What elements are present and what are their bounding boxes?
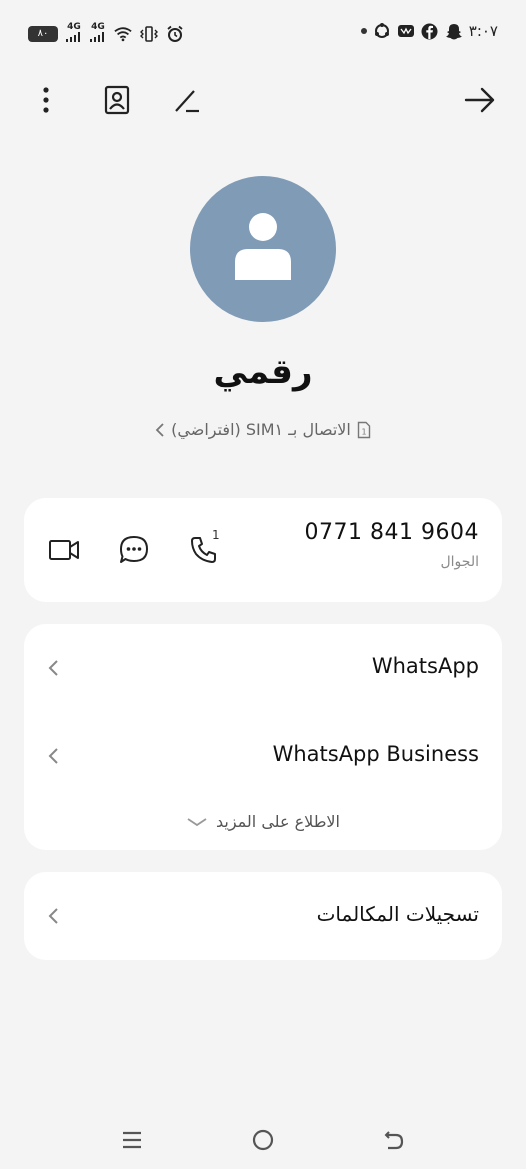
see-more-label: الاطلاع على المزيد bbox=[216, 812, 340, 831]
video-camera-icon bbox=[49, 540, 79, 560]
svg-text:1: 1 bbox=[361, 427, 366, 436]
sync-app-icon bbox=[373, 22, 391, 40]
default-sim-text: الاتصال بـ SIM١ (افتراضي) bbox=[171, 420, 351, 439]
contact-name: رقمي bbox=[213, 352, 313, 392]
app-label: WhatsApp Business bbox=[272, 742, 479, 766]
signal-bars-2-icon bbox=[90, 32, 104, 42]
phone-number[interactable]: 0771 841 9604 bbox=[305, 520, 479, 545]
arrow-right-icon bbox=[464, 87, 495, 113]
pencil-icon bbox=[175, 90, 199, 113]
phone-type-label: الجوال bbox=[440, 554, 480, 570]
app-label: WhatsApp bbox=[371, 654, 479, 678]
chevron-left-icon bbox=[48, 660, 58, 676]
back-button[interactable] bbox=[458, 78, 502, 122]
call-log-label: تسجيلات المكالمات bbox=[316, 902, 479, 926]
app-row-whatsapp[interactable]: WhatsApp bbox=[24, 638, 502, 698]
contact-avatar bbox=[190, 176, 336, 322]
app-row-whatsapp-business[interactable]: WhatsApp Business bbox=[24, 726, 502, 786]
top-bar bbox=[0, 78, 526, 122]
app-notification-icon bbox=[397, 22, 415, 40]
sim-card-icon: 1 bbox=[357, 421, 371, 438]
vertical-dots-icon bbox=[43, 87, 49, 113]
contact-card-button[interactable] bbox=[95, 78, 139, 122]
back-nav-button[interactable] bbox=[372, 1118, 416, 1162]
see-more-button[interactable]: الاطلاع على المزيد bbox=[24, 812, 502, 831]
facebook-icon bbox=[421, 22, 439, 40]
network-type-1: 4G bbox=[67, 22, 81, 32]
network-type-2: 4G bbox=[91, 22, 105, 32]
linked-apps-card: WhatsApp WhatsApp Business الاطلاع على ا… bbox=[24, 624, 502, 850]
signal-bars-1-icon bbox=[66, 32, 80, 42]
video-call-button[interactable] bbox=[46, 532, 82, 568]
battery-level: ٨٠ bbox=[37, 28, 49, 39]
home-circle-icon bbox=[252, 1129, 274, 1151]
snapchat-icon bbox=[445, 22, 463, 40]
sim-badge: 1 bbox=[212, 528, 220, 542]
phone-number-card: 1 0771 841 9604 الجوال bbox=[24, 498, 502, 602]
status-bar-left: ٨٠ 4G 4G bbox=[28, 22, 184, 45]
status-bar-right: ٣:٠٧ bbox=[360, 22, 498, 40]
system-nav-bar bbox=[0, 1118, 526, 1162]
signal-1: 4G bbox=[66, 22, 82, 45]
menu-lines-icon bbox=[123, 1131, 141, 1149]
edit-button[interactable] bbox=[165, 78, 209, 122]
home-button[interactable] bbox=[241, 1118, 285, 1162]
signal-2: 4G bbox=[90, 22, 106, 45]
chevron-down-icon bbox=[187, 817, 207, 826]
clock-time: ٣:٠٧ bbox=[468, 22, 498, 40]
more-options-button[interactable] bbox=[24, 78, 68, 122]
person-placeholder-icon bbox=[235, 213, 291, 280]
chevron-left-icon bbox=[48, 908, 58, 924]
message-button[interactable] bbox=[116, 532, 152, 568]
chevron-left-icon bbox=[48, 748, 58, 764]
call-log-card[interactable]: تسجيلات المكالمات bbox=[24, 872, 502, 960]
contact-card-icon bbox=[104, 85, 130, 115]
status-bar: ٨٠ 4G 4G ٣:٠٧ bbox=[0, 18, 526, 48]
notification-dot-icon bbox=[360, 28, 367, 34]
back-arrow-icon bbox=[384, 1131, 404, 1150]
alarm-icon bbox=[166, 25, 184, 43]
default-sim-selector[interactable]: الاتصال بـ SIM١ (افتراضي) 1 bbox=[0, 420, 526, 439]
chat-bubble-icon bbox=[120, 536, 148, 563]
battery-indicator: ٨٠ bbox=[28, 25, 58, 42]
wifi-icon bbox=[114, 25, 132, 43]
recent-apps-button[interactable] bbox=[110, 1118, 154, 1162]
vibrate-icon bbox=[140, 25, 158, 43]
chevron-left-icon bbox=[155, 422, 164, 437]
